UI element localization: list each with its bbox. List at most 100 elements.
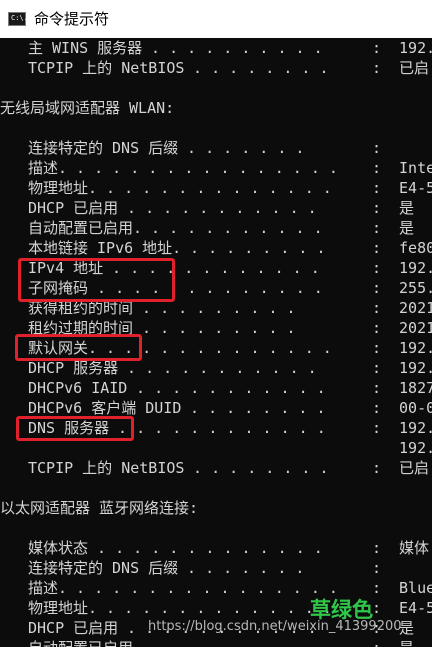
console-line-value: 是 — [390, 199, 415, 217]
console-line-colon: : — [372, 279, 382, 297]
console-line: 描述. . . . . . . . . . . . . . . .: Inte — [0, 158, 432, 178]
console-line-colon: : — [372, 539, 382, 557]
console-line: 自动配置已启用. . . . . . . . . . .: 是 — [0, 218, 432, 238]
console-line: 自动配置已启用. . . . . . . . . . .: 是 — [0, 638, 432, 647]
console-line-value: 192. — [390, 419, 432, 437]
console-line-dots: . . . . . . . — [178, 139, 305, 157]
console-line: 媒体状态 . . . . . . . . . . . . .: 媒体 — [0, 538, 432, 558]
console-line-label: 连接特定的 DNS 后缀 — [28, 139, 179, 157]
console-line: DHCPv6 客户端 DUID . . . . . . . .: 00-0 — [0, 398, 432, 418]
console-line-dots: . . . . . . . . . . . . . . . — [67, 159, 338, 177]
console-line-value: 已启 — [390, 459, 430, 477]
console-line-dots: . . . . . . . . — [184, 59, 329, 77]
title-bar[interactable]: C:\. 命令提示符 — [0, 0, 432, 38]
console-line-value: fe80 — [390, 239, 432, 257]
console-line-colon: : — [372, 239, 382, 257]
console-line-value: 是 — [390, 219, 415, 237]
console-line-colon: : — [372, 199, 382, 217]
console-line-value: E4-5 — [390, 179, 432, 197]
console-line-dots: . . . . . . . . — [181, 399, 326, 417]
console-line-value: 媒体 — [390, 539, 430, 557]
console-line-colon: : — [372, 459, 382, 477]
console-line: DHCPv6 IAID . . . . . . . . . . .: 1827 — [0, 378, 432, 398]
highlight-dns-server — [16, 416, 134, 441]
console-line-value: E4-5 — [390, 599, 432, 617]
console-line-dots: . . . . . . . . . . — [142, 219, 323, 237]
console-line-colon: : — [372, 419, 382, 437]
console-line-colon: : — [372, 359, 382, 377]
console-line-dots: . . . . . . . — [178, 559, 305, 577]
console-line-colon: : — [372, 339, 382, 357]
console-line-value: Inte — [390, 159, 432, 177]
console-line-label: TCPIP 上的 NetBIOS — [28, 459, 185, 477]
console-line: 描述. . . . . . . . . . . . . . . .: Blue — [0, 578, 432, 598]
console-line-colon: : — [372, 139, 382, 157]
console-line-label: 物理地址. — [28, 599, 98, 617]
console-line: 本地链接 IPv6 地址. . . . . . . . .: fe80 — [0, 238, 432, 258]
console-line-colon: : — [372, 59, 382, 77]
console-line-label: TCPIP 上的 NetBIOS — [28, 59, 185, 77]
console-line-value: 192. — [390, 39, 432, 57]
console-line-label: DHCPv6 客户端 DUID — [28, 399, 182, 417]
console-line-value: 1827 — [390, 379, 432, 397]
console-line-label: 主 WINS 服务器 — [28, 39, 143, 57]
window-title: 命令提示符 — [34, 10, 110, 28]
console-line-colon: : — [372, 39, 382, 57]
console-line: 192. — [0, 438, 432, 458]
console-line-dots: . . . . . . . . . . . — [127, 379, 326, 397]
console-line-colon: : — [372, 579, 382, 597]
console-line-label: 无线局域网适配器 WLAN: — [0, 99, 175, 117]
console-line-dots: . . . . . . . . — [181, 239, 326, 257]
console-line-colon: : — [372, 599, 382, 617]
console-line-dots: . . . . . . . . . . . — [118, 199, 317, 217]
console-line-dots: . . . . . . . . . . . — [118, 359, 317, 377]
console-line-value: 255. — [390, 279, 432, 297]
console-line-colon: : — [372, 159, 382, 177]
console-line: 主 WINS 服务器 . . . . . . . . . .: 192. — [0, 38, 432, 58]
console-line-colon: : — [372, 399, 382, 417]
console-line-dots: . . . . . . . . . . . . — [109, 419, 326, 437]
highlight-ipv4-subnet — [18, 258, 175, 302]
console-line-label: 本地链接 IPv6 地址. — [28, 239, 182, 257]
console-line-label: DHCP 已启用 — [28, 619, 119, 637]
cmd-icon-glyph: C:\. — [11, 14, 28, 22]
console-line-value: 2021 — [390, 299, 432, 317]
console-line-colon: : — [372, 638, 381, 647]
console-line: TCPIP 上的 NetBIOS . . . . . . . .: 已启 — [0, 458, 432, 478]
watermark-url: https://blog.csdn.net/weixin_41399200 — [148, 619, 402, 634]
console-line-value: 192. — [390, 439, 432, 457]
console-line-value: Blue — [390, 579, 432, 597]
console-line-dots: . . . . . . . . . . . . . . . — [67, 579, 338, 597]
console-line: TCPIP 上的 NetBIOS . . . . . . . .: 已启 — [0, 58, 432, 78]
console-line-dots: . . . . . . . . . . — [142, 39, 323, 57]
console-line: 无线局域网适配器 WLAN: — [0, 98, 432, 118]
console-line-label: 媒体状态 — [28, 539, 89, 557]
console-line-value: 00-0 — [390, 399, 432, 417]
console-line-value: 是 — [390, 638, 414, 647]
console-line-label: DHCP 服务器 — [28, 359, 119, 377]
console-line-colon: : — [372, 379, 382, 397]
console-line-colon: : — [372, 299, 382, 317]
console-line: DHCP 服务器 . . . . . . . . . . .: 192. — [0, 358, 432, 378]
console-line: 连接特定的 DNS 后缀 . . . . . . .: — [0, 138, 432, 158]
console-line-label: 连接特定的 DNS 后缀 — [28, 559, 179, 577]
console-line-dots: . . . . . . . . . . . . . — [88, 539, 323, 557]
console-line-colon: : — [372, 259, 382, 277]
console-line-colon: : — [372, 319, 382, 337]
console-line-dots: . . . . . . . . . . — [142, 638, 368, 647]
console-line-value: 192. — [390, 359, 432, 377]
console-line-label: DHCP 已启用 — [28, 199, 119, 217]
console-line-dots: . . . . . . . . . . . . . — [97, 179, 332, 197]
console-line-label: 描述. — [28, 579, 68, 597]
console-line-dots: . . . . . . . . . — [133, 319, 296, 337]
console-line: 以太网适配器 蓝牙网络连接: — [0, 498, 432, 518]
console-line-label: 以太网适配器 蓝牙网络连接: — [0, 499, 199, 517]
cmd-icon: C:\. — [8, 12, 28, 26]
console-line-colon: : — [372, 179, 382, 197]
console-line-dots: . . . . . . . . — [184, 459, 329, 477]
console-line: DHCP 已启用 . . . . . . . . . . .: 是 — [0, 198, 432, 218]
